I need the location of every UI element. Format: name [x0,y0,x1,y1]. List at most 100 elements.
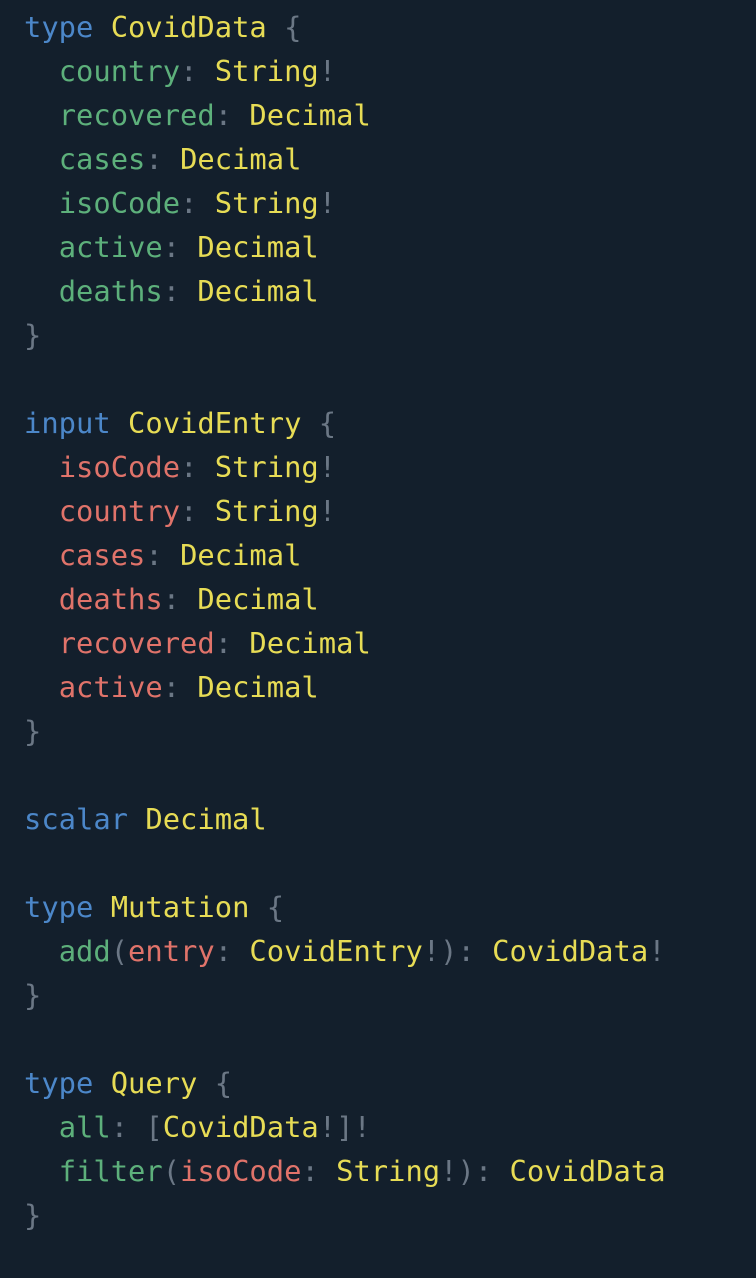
token-type-name: CovidData [162,1110,319,1144]
token-field-name: add [58,934,111,968]
token-punctuation: { [197,1066,233,1100]
token-punctuation: : [180,54,215,88]
token-punctuation: : [162,670,198,704]
token-keyword: type [24,1066,94,1100]
code-line: deaths: Decimal [24,577,666,621]
token-punctuation: } [24,978,42,1012]
token-punctuation: ( [110,934,129,968]
token-punctuation: } [24,318,42,352]
token-type-name: String [214,54,319,88]
token-punctuation: : [162,582,198,616]
token-punctuation: ! [318,450,337,484]
token-punctuation: { [249,890,285,924]
code-line: add(entry: CovidEntry!): CovidData! [24,929,666,973]
token-argument-name: country [58,494,181,528]
code-line: type Query { [24,1061,666,1105]
token-punctuation: : [180,494,215,528]
token-type-name: Decimal [180,538,302,572]
code-block: type CovidData { country: String! recove… [24,5,666,1237]
token-punctuation: { [266,10,302,44]
code-line: country: String! [24,489,666,533]
token-argument-name: active [58,670,163,704]
code-line: isoCode: String! [24,181,666,225]
code-line: cases: Decimal [24,137,666,181]
token-punctuation: : [ [110,1110,163,1144]
token-field-name: country [58,54,181,88]
token-type-name: String [214,450,319,484]
token-whitespace [24,626,59,660]
token-type-name: String [336,1154,441,1188]
token-punctuation: ! [648,934,666,968]
token-keyword: scalar [24,802,129,836]
token-punctuation: ( [162,1154,181,1188]
token-whitespace [24,54,59,88]
token-type-name: CovidData [492,934,649,968]
code-line: deaths: Decimal [24,269,666,313]
token-argument-name: deaths [58,582,163,616]
code-line: } [24,709,666,753]
code-line: active: Decimal [24,665,666,709]
code-line: all: [CovidData!]! [24,1105,666,1149]
token-whitespace [24,142,59,176]
token-whitespace [128,802,145,836]
token-punctuation: : [214,934,250,968]
token-type-name: String [214,494,319,528]
token-whitespace [93,1066,110,1100]
token-punctuation: { [301,406,337,440]
code-line: isoCode: String! [24,445,666,489]
token-field-name: all [58,1110,111,1144]
token-keyword: type [24,890,94,924]
token-whitespace [24,230,59,264]
token-whitespace [24,450,59,484]
token-type-name: Decimal [197,582,319,616]
token-punctuation: : [145,142,181,176]
token-punctuation: : [180,186,215,220]
token-whitespace [24,670,59,704]
token-punctuation: ! [318,494,337,528]
token-type-name: Decimal [249,98,371,132]
token-whitespace [24,494,59,528]
token-punctuation: } [24,714,42,748]
token-field-name: cases [58,142,146,176]
token-type-name: CovidData [110,10,267,44]
token-argument-name: entry [128,934,215,968]
token-type-name: Decimal [180,142,302,176]
token-argument-name: isoCode [58,450,181,484]
code-line: } [24,973,666,1017]
token-type-name: CovidEntry [249,934,423,968]
code-line: active: Decimal [24,225,666,269]
token-keyword: input [24,406,111,440]
token-type-name: CovidEntry [128,406,302,440]
token-field-name: deaths [58,274,163,308]
token-field-name: isoCode [58,186,181,220]
token-punctuation: : [162,274,198,308]
code-line: } [24,313,666,357]
token-punctuation: : [301,1154,337,1188]
token-punctuation: !): [422,934,493,968]
token-punctuation: } [24,1198,42,1232]
token-whitespace [24,1154,59,1188]
token-punctuation: ! [318,186,337,220]
code-line: recovered: Decimal [24,93,666,137]
token-keyword: type [24,10,94,44]
token-punctuation: : [214,98,250,132]
token-type-name: String [214,186,319,220]
token-punctuation: : [214,626,250,660]
token-whitespace [93,10,110,44]
code-line: country: String! [24,49,666,93]
token-whitespace [24,582,59,616]
code-line: type Mutation { [24,885,666,929]
token-field-name: active [58,230,163,264]
token-type-name: Decimal [145,802,267,836]
token-type-name: CovidData [509,1154,666,1188]
token-punctuation: !]! [318,1110,371,1144]
token-whitespace [24,934,59,968]
token-punctuation: : [162,230,198,264]
token-type-name: Decimal [197,274,319,308]
token-field-name: filter [58,1154,163,1188]
token-punctuation: : [180,450,215,484]
token-punctuation: !): [440,1154,510,1188]
